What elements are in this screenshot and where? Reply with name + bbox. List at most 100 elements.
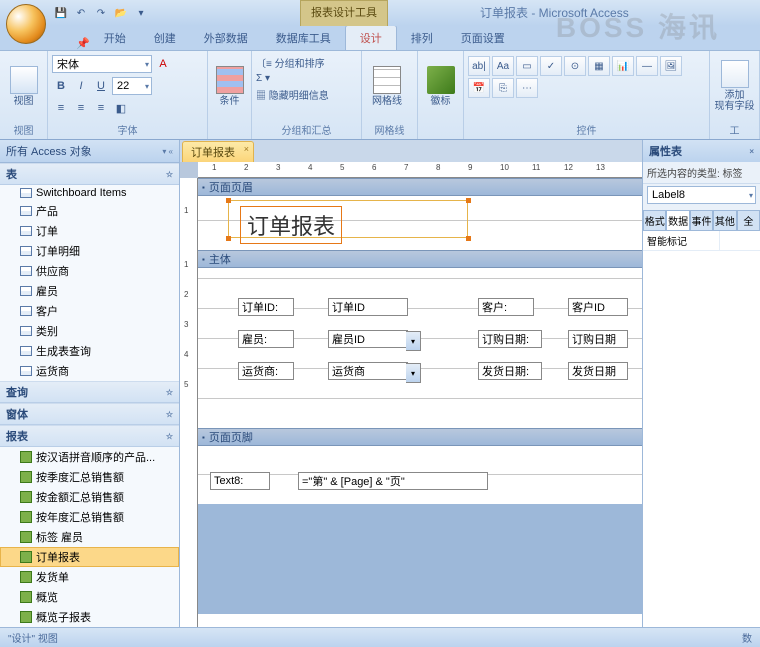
hide-details-button[interactable]: ▦ 隐藏明细信息 <box>256 87 329 102</box>
control-label[interactable]: Aa <box>492 56 514 76</box>
nav-item-table[interactable]: 运货商 <box>0 361 179 381</box>
property-grid[interactable]: 智能标记 <box>643 231 760 627</box>
label-text8[interactable]: Text8: <box>210 472 270 490</box>
property-sheet-title[interactable]: 属性表 × <box>643 140 760 162</box>
open-icon[interactable]: 📂 <box>114 6 128 20</box>
tab-design[interactable]: 设计 <box>345 25 397 50</box>
save-icon[interactable]: 💾 <box>54 6 68 20</box>
control-date[interactable]: 📅 <box>468 78 490 98</box>
prop-tab-other[interactable]: 其他 <box>713 210 736 230</box>
control-chart[interactable]: 📊 <box>612 56 634 76</box>
control-line[interactable]: — <box>636 56 658 76</box>
label-order-id[interactable]: 订单ID: <box>238 298 294 316</box>
nav-item-table[interactable]: 产品 <box>0 201 179 221</box>
nav-collapse-icon[interactable]: ▾ « <box>162 147 173 156</box>
nav-item-table[interactable]: 供应商 <box>0 261 179 281</box>
label-customer[interactable]: 客户: <box>478 298 534 316</box>
control-option[interactable]: ⊙ <box>564 56 586 76</box>
report-title-label[interactable]: 订单报表 <box>240 206 342 244</box>
nav-item-table[interactable]: 生成表查询 <box>0 341 179 361</box>
label-ship-date[interactable]: 发货日期: <box>478 362 542 380</box>
tab-external-data[interactable]: 外部数据 <box>190 26 262 50</box>
nav-section-tables[interactable]: 表☆ <box>0 163 179 185</box>
nav-item-report[interactable]: 概览子报表 <box>0 607 179 627</box>
control-more[interactable]: ⋯ <box>516 78 538 98</box>
undo-icon[interactable]: ↶ <box>74 6 88 20</box>
conditional-button[interactable]: 条件 <box>212 53 247 119</box>
underline-button[interactable]: U <box>92 77 110 95</box>
bold-button[interactable]: B <box>52 77 70 95</box>
field-page-expr[interactable]: ="第" & [Page] & "页" <box>298 472 488 490</box>
field-shipper[interactable]: 运货商 <box>328 362 408 380</box>
font-color-button[interactable]: A <box>154 55 172 73</box>
nav-section-reports[interactable]: 报表☆ <box>0 425 179 447</box>
horizontal-ruler[interactable]: 12345678910111213 <box>198 162 642 178</box>
office-button[interactable] <box>6 4 46 44</box>
section-detail[interactable]: 订单ID: 订单ID 客户: 客户ID 雇员: 雇员ID 订购日期: 订购日期 … <box>198 268 642 428</box>
nav-item-report[interactable]: 订单报表 <box>0 547 179 567</box>
vertical-ruler[interactable]: 112 345 <box>180 178 198 627</box>
nav-item-report[interactable]: 按金额汇总销售额 <box>0 487 179 507</box>
align-right-button[interactable]: ≡ <box>92 99 110 117</box>
gridlines-button[interactable]: 网格线 <box>366 53 408 119</box>
prop-tab-all[interactable]: 全 <box>737 210 760 230</box>
group-sort-button[interactable]: 〔≡ 分组和排序 <box>256 55 325 70</box>
add-fields-button[interactable]: 添加 现有字段 <box>714 53 755 119</box>
control-checkbox[interactable]: ✓ <box>540 56 562 76</box>
logo-button[interactable]: 徽标 <box>422 53 459 119</box>
section-page-header[interactable]: 订单报表 <box>198 196 642 250</box>
document-tab[interactable]: 订单报表 × <box>182 141 254 162</box>
redo-icon[interactable]: ↷ <box>94 6 108 20</box>
prop-tab-event[interactable]: 事件 <box>690 210 713 230</box>
nav-title[interactable]: 所有 Access 对象 ▾ « <box>0 140 179 163</box>
font-family-combo[interactable]: 宋体 <box>52 55 152 73</box>
font-size-combo[interactable]: 22 <box>112 77 152 95</box>
property-object-combo[interactable]: Label8 <box>647 186 756 204</box>
control-textbox[interactable]: ab| <box>468 56 490 76</box>
nav-item-report[interactable]: 概览 <box>0 587 179 607</box>
control-button[interactable]: ▭ <box>516 56 538 76</box>
report-canvas[interactable]: 页面页眉 订单报表 主体 订单ID: 订单ID 客户: 客户ID 雇员: 雇 <box>198 178 642 627</box>
field-order-id[interactable]: 订单ID <box>328 298 408 316</box>
property-row[interactable]: 智能标记 <box>643 231 760 251</box>
nav-item-report[interactable]: 按年度汇总销售额 <box>0 507 179 527</box>
tab-page-setup[interactable]: 页面设置 <box>447 26 519 50</box>
label-order-date[interactable]: 订购日期: <box>478 330 542 348</box>
nav-item-table[interactable]: 订单明细 <box>0 241 179 261</box>
nav-item-table[interactable]: Switchboard Items <box>0 185 179 201</box>
italic-button[interactable]: I <box>72 77 90 95</box>
tab-arrange[interactable]: 排列 <box>397 26 447 50</box>
nav-item-table[interactable]: 客户 <box>0 301 179 321</box>
nav-item-table[interactable]: 订单 <box>0 221 179 241</box>
property-close-icon[interactable]: × <box>749 147 754 156</box>
close-icon[interactable]: × <box>244 144 249 154</box>
nav-section-queries[interactable]: 查询☆ <box>0 381 179 403</box>
nav-item-table[interactable]: 类别 <box>0 321 179 341</box>
totals-button[interactable]: Σ ▾ <box>256 73 270 84</box>
tab-create[interactable]: 创建 <box>140 26 190 50</box>
fill-color-button[interactable]: ◧ <box>112 99 130 117</box>
nav-item-report[interactable]: 标签 雇员 <box>0 527 179 547</box>
prop-tab-format[interactable]: 格式 <box>643 210 666 230</box>
section-bar-page-header[interactable]: 页面页眉 <box>198 178 642 196</box>
nav-item-report[interactable]: 按季度汇总销售额 <box>0 467 179 487</box>
nav-section-forms[interactable]: 窗体☆ <box>0 403 179 425</box>
section-page-footer[interactable]: Text8: ="第" & [Page] & "页" <box>198 446 642 504</box>
property-value[interactable] <box>720 231 760 250</box>
qat-more-icon[interactable]: ▾ <box>134 6 148 20</box>
nav-item-report[interactable]: 发货单 <box>0 567 179 587</box>
control-subform[interactable]: ⎘ <box>492 78 514 98</box>
section-bar-detail[interactable]: 主体 <box>198 250 642 268</box>
label-shipper[interactable]: 运货商: <box>238 362 294 380</box>
view-button[interactable]: 视图 <box>4 53 43 119</box>
tab-database-tools[interactable]: 数据库工具 <box>262 26 345 50</box>
field-order-date[interactable]: 订购日期 <box>568 330 628 348</box>
tab-home[interactable]: 开始 <box>90 26 140 50</box>
field-employee[interactable]: 雇员ID <box>328 330 408 348</box>
control-image[interactable]: 🖼 <box>660 56 682 76</box>
align-left-button[interactable]: ≡ <box>52 99 70 117</box>
label-employee[interactable]: 雇员: <box>238 330 294 348</box>
pin-icon[interactable]: 📌 <box>76 37 90 50</box>
nav-item-report[interactable]: 按汉语拼音顺序的产品... <box>0 447 179 467</box>
prop-tab-data[interactable]: 数据 <box>666 210 689 230</box>
